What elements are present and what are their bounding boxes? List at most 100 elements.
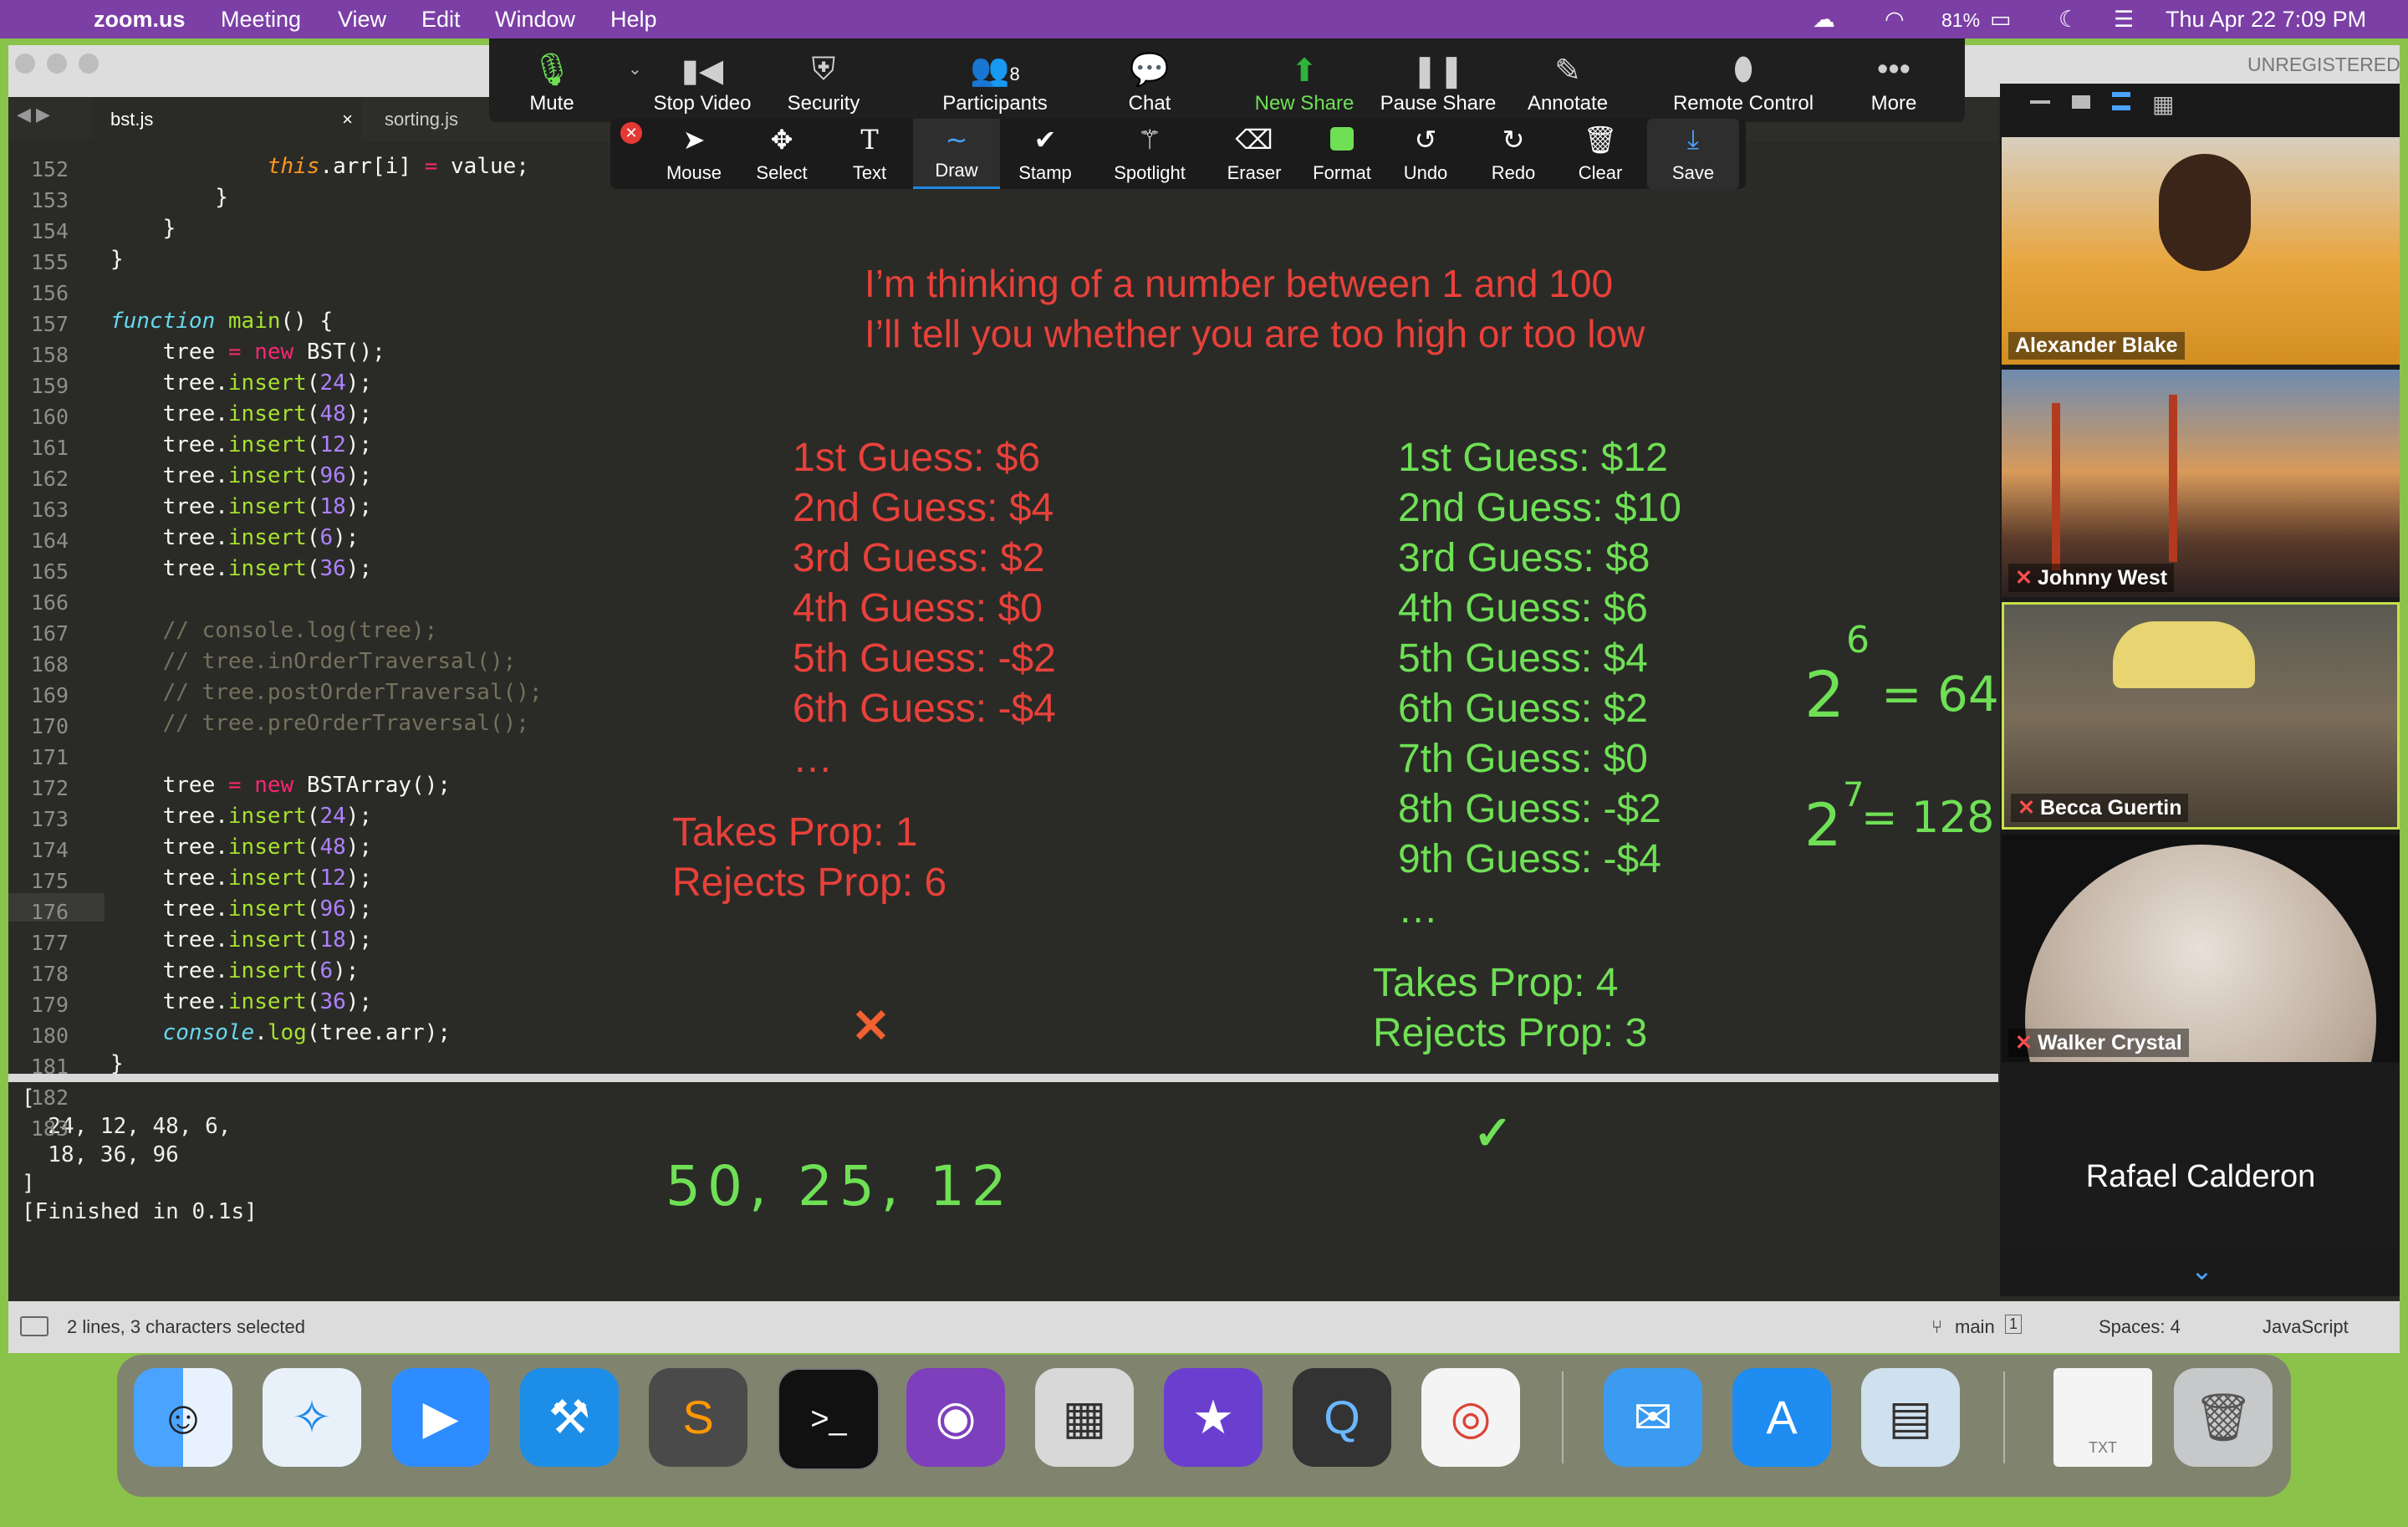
code-line[interactable]: // tree.postOrderTraversal(); xyxy=(110,680,543,705)
menu-meeting[interactable]: Meeting xyxy=(221,7,301,33)
code-line[interactable]: } xyxy=(110,216,176,241)
annotate-button[interactable]: ✎ Annotate xyxy=(1513,38,1622,122)
stop-video-button[interactable]: ▮◀ Stop Video xyxy=(644,38,761,122)
new-share-button[interactable]: ⬆ New Share xyxy=(1242,38,1367,122)
strip-view-icon[interactable] xyxy=(2112,92,2130,110)
code-line[interactable]: tree.insert(48); xyxy=(110,835,372,860)
security-button[interactable]: ⛨ Security xyxy=(765,38,882,122)
clear-button[interactable]: 🗑 Clear xyxy=(1559,119,1642,189)
format-tool[interactable]: Format xyxy=(1300,119,1384,189)
menu-clock[interactable]: Thu Apr 22 7:09 PM xyxy=(2166,7,2366,33)
participant-tile-no-video[interactable]: Rafael Calderon xyxy=(2002,1067,2400,1248)
mouse-tool[interactable]: ➤ Mouse xyxy=(652,119,736,189)
menu-view[interactable]: View xyxy=(338,7,386,33)
spotlight-tool[interactable]: ⚚ Spotlight xyxy=(1095,119,1204,189)
menu-edit[interactable]: Edit xyxy=(421,7,461,33)
tab-sorting-js[interactable]: sorting.js xyxy=(365,97,510,142)
window-close-button[interactable] xyxy=(15,54,35,74)
tab-bst-js[interactable]: bst.js × xyxy=(92,97,361,142)
text-tool[interactable]: T Text xyxy=(828,119,911,189)
remote-control-button[interactable]: ⬮ Remote Control xyxy=(1660,38,1827,122)
menu-app-name[interactable]: zoom.us xyxy=(94,7,186,33)
code-line[interactable]: function main() { xyxy=(110,309,333,334)
select-tool[interactable]: ✥ Select xyxy=(740,119,824,189)
txt-file-icon[interactable]: TXT xyxy=(2053,1368,2152,1467)
code-line[interactable]: tree.insert(36); xyxy=(110,989,372,1014)
close-annotation-icon[interactable]: ✕ xyxy=(620,122,642,144)
code-line[interactable]: tree.insert(12); xyxy=(110,866,372,891)
terminal-icon[interactable]: >_ xyxy=(778,1368,880,1470)
code-line[interactable]: tree.insert(24); xyxy=(110,804,372,829)
github-desktop-icon[interactable]: ◉ xyxy=(906,1368,1005,1467)
calculator-icon[interactable]: ▦ xyxy=(1035,1368,1134,1467)
mute-button[interactable]: 🎙 Mute ⌄ xyxy=(506,38,641,122)
code-line[interactable]: tree.insert(12); xyxy=(110,432,372,457)
code-line[interactable]: tree.insert(24); xyxy=(110,370,372,396)
code-line[interactable]: tree.insert(48); xyxy=(110,401,372,426)
control-center-icon[interactable]: ☰ xyxy=(2114,7,2134,33)
tab-close-icon[interactable]: × xyxy=(342,97,353,142)
preview-icon[interactable]: ▤ xyxy=(1861,1368,1960,1467)
participant-tile[interactable]: ✕ Walker Crystal xyxy=(2002,835,2400,1062)
code-line[interactable]: } xyxy=(110,185,228,210)
battery-icon[interactable]: ▭ xyxy=(1990,7,2012,33)
app-store-icon[interactable]: A xyxy=(1732,1368,1831,1467)
code-line[interactable]: tree = new BSTArray(); xyxy=(110,773,451,798)
stamp-tool[interactable]: ✔ Stamp xyxy=(1003,119,1087,189)
panel-toggle-icon[interactable] xyxy=(20,1316,48,1336)
mail-icon[interactable]: ✉ xyxy=(1604,1368,1702,1467)
participant-tile[interactable]: Alexander Blake xyxy=(2002,137,2400,365)
window-zoom-button[interactable] xyxy=(79,54,99,74)
menu-help[interactable]: Help xyxy=(610,7,657,33)
draw-tool[interactable]: ∼ Draw xyxy=(913,119,1000,189)
eraser-tool[interactable]: ⌫ Eraser xyxy=(1212,119,1296,189)
window-minimize-button[interactable] xyxy=(47,54,67,74)
tab-nav-arrows-icon[interactable]: ◀ ▶ xyxy=(17,104,50,125)
participant-tile[interactable]: ✕ Johnny West xyxy=(2002,370,2400,597)
code-line[interactable]: } xyxy=(110,1051,124,1076)
undo-button[interactable]: ↺ Undo xyxy=(1388,119,1463,189)
indentation-setting[interactable]: Spaces: 4 xyxy=(2099,1316,2181,1338)
code-line[interactable]: tree.insert(96); xyxy=(110,463,372,488)
code-line[interactable]: tree.insert(36); xyxy=(110,556,372,581)
sublime-text-icon[interactable]: S xyxy=(649,1368,747,1467)
wifi-icon[interactable]: ◠ xyxy=(1885,7,1905,33)
code-line[interactable]: tree.insert(96); xyxy=(110,896,372,922)
code-line[interactable]: // console.log(tree); xyxy=(110,618,438,643)
code-line[interactable]: } xyxy=(110,247,124,272)
minimize-icon[interactable] xyxy=(2030,100,2050,104)
more-button[interactable]: ••• More xyxy=(1844,38,1944,122)
code-line[interactable]: this.arr[i] = value; xyxy=(110,154,529,179)
imovie-icon[interactable]: ★ xyxy=(1164,1368,1263,1467)
code-line[interactable]: tree.insert(6); xyxy=(110,525,360,550)
redo-button[interactable]: ↻ Redo xyxy=(1472,119,1555,189)
code-line[interactable]: console.log(tree.arr); xyxy=(110,1020,451,1045)
code-line[interactable]: tree.insert(18); xyxy=(110,494,372,519)
participant-tile-active-speaker[interactable]: ✕ Becca Guertin xyxy=(2002,602,2400,830)
zoom-icon[interactable]: ▶ xyxy=(391,1368,490,1467)
cloud-upload-icon[interactable]: ☁ xyxy=(1813,7,1835,33)
speaker-view-icon[interactable] xyxy=(2072,95,2090,109)
pause-share-button[interactable]: ❚❚ Pause Share xyxy=(1375,38,1501,122)
quicktime-icon[interactable]: Q xyxy=(1293,1368,1391,1467)
syntax-selector[interactable]: JavaScript xyxy=(2263,1316,2349,1338)
finder-icon[interactable]: ☺ xyxy=(134,1368,232,1467)
menu-window[interactable]: Window xyxy=(495,7,575,33)
branch-name[interactable]: main xyxy=(1955,1316,1995,1338)
code-line[interactable]: // tree.preOrderTraversal(); xyxy=(110,711,529,736)
code-line[interactable]: tree.insert(18); xyxy=(110,927,372,952)
safari-icon[interactable]: ✧ xyxy=(263,1368,361,1467)
code-line[interactable]: tree = new BST(); xyxy=(110,340,385,365)
chrome-icon[interactable]: ◎ xyxy=(1421,1368,1520,1467)
scroll-down-chevron-icon[interactable]: ⌄ xyxy=(2191,1254,2213,1286)
moon-icon[interactable]: ☾ xyxy=(2059,7,2079,33)
chevron-down-icon[interactable]: ⌄ xyxy=(628,59,642,79)
xcode-icon[interactable]: ⚒ xyxy=(520,1368,619,1467)
participants-button[interactable]: 👥8 Participants xyxy=(907,38,1083,122)
chat-button[interactable]: 💬 Chat xyxy=(1091,38,1208,122)
code-line[interactable]: // tree.inOrderTraversal(); xyxy=(110,649,517,674)
save-button[interactable]: ⤓ Save xyxy=(1647,119,1739,189)
trash-icon[interactable]: 🗑 xyxy=(2174,1368,2273,1467)
gallery-view-icon[interactable]: ▦ xyxy=(2152,90,2174,118)
code-line[interactable]: tree.insert(6); xyxy=(110,958,360,983)
